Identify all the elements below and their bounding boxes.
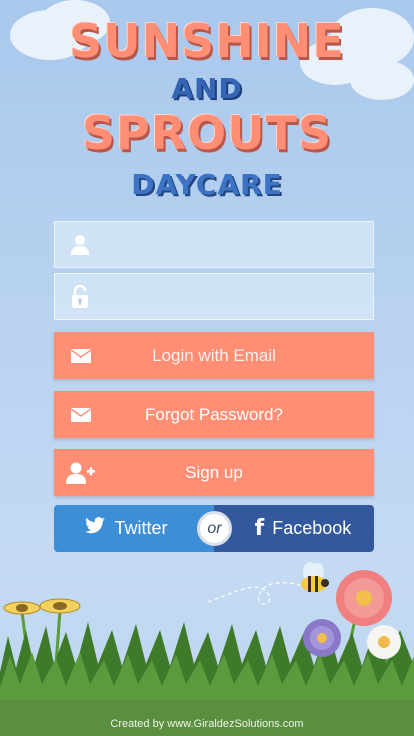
logo-sunshine: SUNSHINE	[69, 14, 345, 68]
meadow-illustration	[0, 562, 414, 736]
twitter-label: Twitter	[114, 518, 168, 538]
or-divider: or	[197, 511, 232, 546]
footer-credit: Created by www.GiraldezSolutions.com	[110, 718, 304, 730]
forgot-password-button[interactable]: Forgot Password?	[54, 391, 374, 438]
password-field[interactable]	[54, 273, 374, 320]
login-email-button[interactable]: Login with Email	[54, 332, 374, 379]
envelope-icon	[66, 332, 96, 379]
twitter-button[interactable]: Twitter	[54, 505, 214, 552]
envelope-icon	[66, 391, 96, 438]
username-field[interactable]	[54, 221, 374, 268]
add-user-icon	[66, 449, 96, 496]
facebook-f-icon: f	[254, 516, 265, 541]
facebook-label: Facebook	[272, 518, 352, 538]
sign-up-label: Sign up	[185, 462, 243, 482]
login-email-label: Login with Email	[152, 345, 276, 365]
facebook-button[interactable]: f Facebook	[214, 505, 374, 552]
lock-icon	[55, 274, 105, 319]
sign-up-button[interactable]: Sign up	[54, 449, 374, 496]
twitter-bird-icon	[84, 517, 106, 540]
forgot-password-label: Forgot Password?	[145, 404, 283, 424]
logo-sprouts: SPROUTS	[81, 106, 333, 160]
social-login: Twitter f Facebook or	[54, 505, 374, 552]
username-input[interactable]	[105, 222, 373, 267]
password-input[interactable]	[105, 274, 373, 319]
logo-daycare: DAYCARE	[131, 168, 283, 201]
user-icon	[55, 222, 105, 267]
logo-and: AND	[171, 72, 243, 105]
